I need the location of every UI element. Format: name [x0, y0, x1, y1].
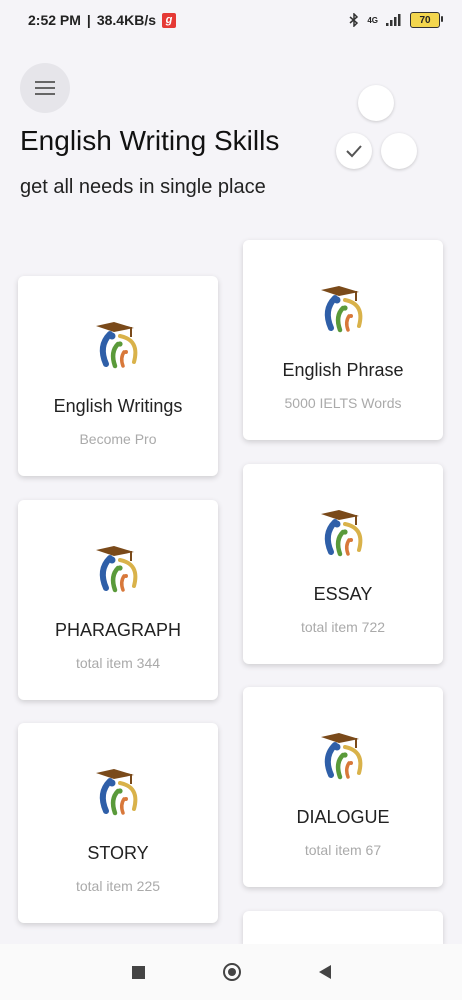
education-logo-icon: [90, 314, 146, 370]
card-title: DIALOGUE: [296, 807, 390, 827]
status-speed: 38.4KB/s: [96, 12, 156, 28]
status-bar: 2:52 PM | 38.4KB/s g 4G 70: [0, 0, 462, 40]
card-essay[interactable]: ESSAY total item 722: [243, 464, 443, 664]
card-subtitle: total item 344: [75, 655, 161, 671]
education-logo-icon: [315, 725, 371, 781]
card-subtitle: total item 67: [304, 842, 382, 858]
card-subtitle: total item 722: [300, 619, 386, 635]
page-title: English Writing Skills: [20, 125, 280, 156]
battery-icon: 70: [410, 12, 443, 28]
card-subtitle: total item 225: [75, 878, 161, 894]
system-nav-bar: [0, 944, 462, 1000]
signal-icon: [386, 14, 401, 26]
card-english-writings[interactable]: English Writings Become Pro: [18, 276, 218, 476]
check-icon: [346, 145, 362, 158]
recent-apps-icon[interactable]: [131, 965, 145, 979]
home-icon[interactable]: [222, 963, 241, 981]
card-dialogue[interactable]: DIALOGUE total item 67: [243, 687, 443, 887]
status-divider: |: [86, 12, 91, 28]
card-paragraph[interactable]: PHARAGRAPH total item 344: [18, 500, 218, 700]
status-right: 4G 70: [349, 12, 443, 28]
back-icon[interactable]: [318, 965, 331, 979]
menu-button[interactable]: [20, 63, 70, 113]
app-notification-icon: g: [162, 12, 176, 28]
status-time: 2:52 PM: [28, 12, 81, 28]
card-subtitle: 5000 IELTS Words: [284, 395, 402, 411]
network-type: 4G: [367, 15, 378, 25]
card-story[interactable]: STORY total item 225: [18, 723, 218, 923]
card-subtitle: Become Pro: [79, 431, 157, 447]
card-title: ESSAY: [313, 584, 373, 604]
card-title: PHARAGRAPH: [54, 620, 182, 640]
theme-circle-right[interactable]: [381, 133, 417, 169]
status-left: 2:52 PM | 38.4KB/s g: [28, 12, 176, 28]
card-title: English Phrase: [282, 360, 404, 380]
card-title: English Writings: [53, 396, 183, 416]
education-logo-icon: [315, 502, 371, 558]
hamburger-icon: [35, 79, 55, 97]
page-subtitle: get all needs in single place: [20, 176, 266, 198]
card-title: STORY: [87, 843, 149, 863]
theme-circle-selected[interactable]: [336, 133, 372, 169]
bluetooth-icon: [349, 13, 359, 27]
education-logo-icon: [90, 761, 146, 817]
theme-circle-top[interactable]: [358, 85, 394, 121]
education-logo-icon: [315, 278, 371, 334]
education-logo-icon: [90, 538, 146, 594]
card-partial[interactable]: [243, 911, 443, 944]
card-english-phrase[interactable]: English Phrase 5000 IELTS Words: [243, 240, 443, 440]
